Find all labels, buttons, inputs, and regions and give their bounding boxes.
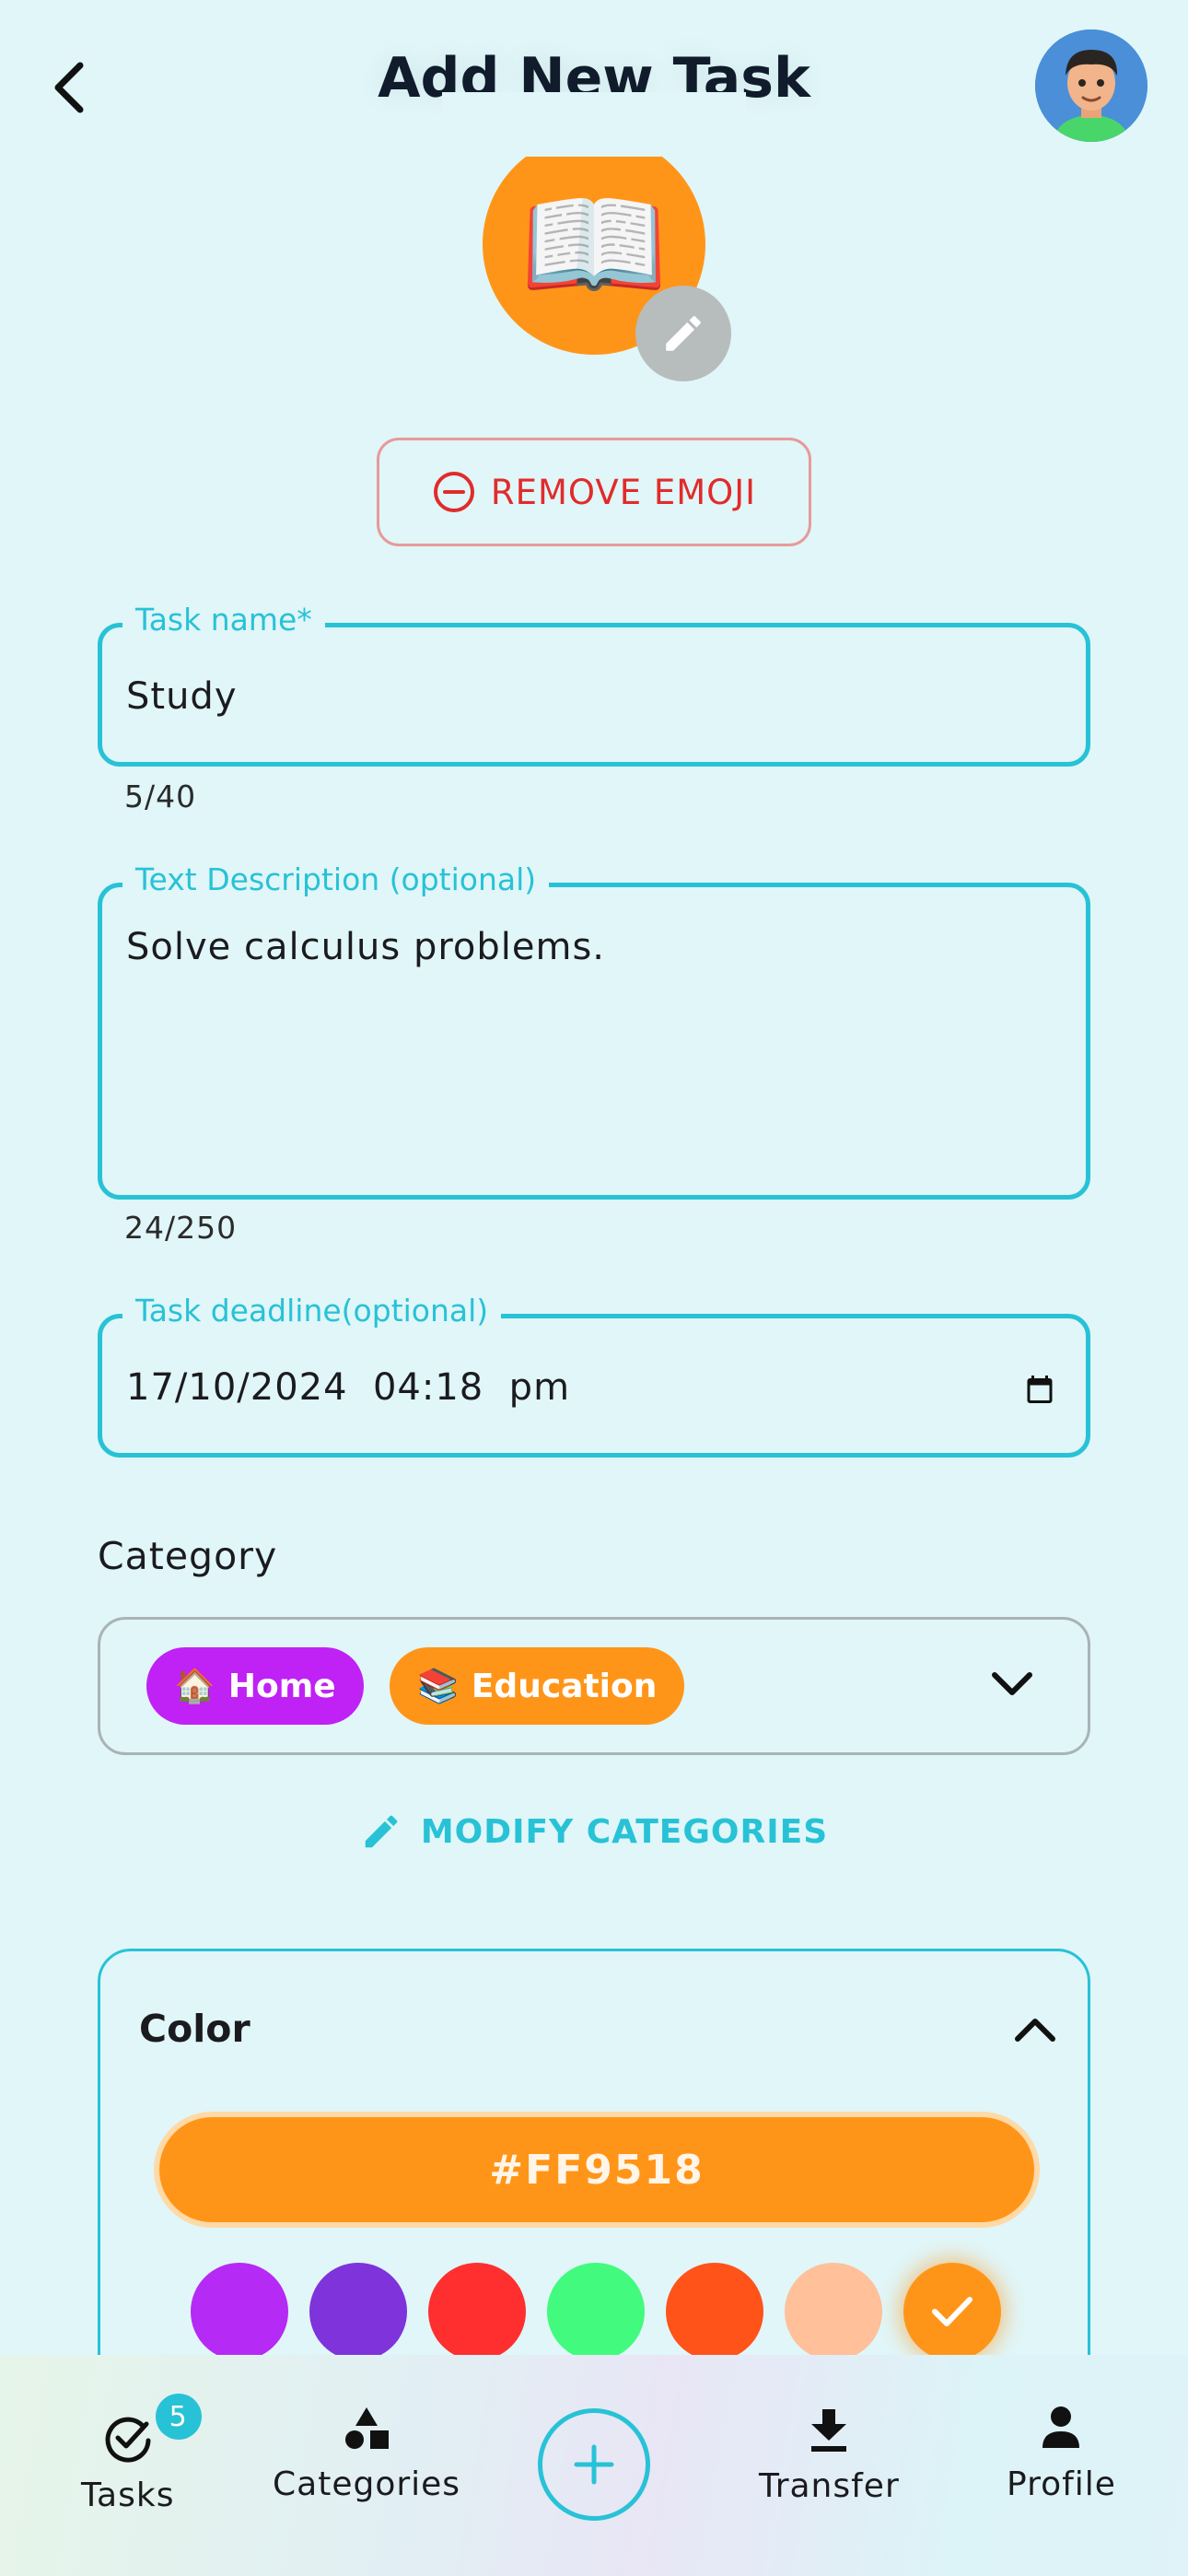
- chip-label: Education: [471, 1667, 658, 1705]
- color-title: Color: [139, 2007, 250, 2051]
- modify-categories-button[interactable]: MODIFY CATEGORIES: [0, 1810, 1188, 1853]
- download-icon: [811, 2409, 847, 2452]
- color-swatch[interactable]: [785, 2263, 882, 2360]
- nav-profile[interactable]: Profile: [1007, 2395, 1116, 2503]
- category-chip-home[interactable]: 🏠 Home: [146, 1647, 364, 1725]
- pencil-icon: [666, 316, 701, 351]
- nav-transfer[interactable]: Transfer: [759, 2397, 900, 2505]
- remove-emoji-button[interactable]: REMOVE EMOJI: [377, 438, 811, 546]
- home-emoji-icon: 🏠: [174, 1668, 215, 1705]
- deadline-field[interactable]: Task deadline(optional) 17/10/2024 04:18…: [98, 1293, 1090, 1458]
- remove-emoji-label: REMOVE EMOJI: [490, 472, 757, 512]
- task-name-counter: 5/40: [124, 779, 197, 814]
- task-name-label: Task name*: [122, 602, 325, 638]
- color-swatch[interactable]: [666, 2263, 763, 2360]
- tasks-badge: 5: [155, 2394, 202, 2440]
- person-icon: [1042, 2406, 1080, 2448]
- category-chip-education[interactable]: 📚 Education: [390, 1647, 685, 1725]
- nav-label: Transfer: [759, 2467, 900, 2505]
- modify-categories-label: MODIFY CATEGORIES: [420, 1812, 829, 1851]
- minus-circle-icon: [433, 472, 474, 512]
- emoji-top-mask: [442, 92, 746, 157]
- add-task-button[interactable]: [538, 2408, 650, 2521]
- description-value[interactable]: Solve calculus problems.: [126, 926, 605, 968]
- color-swatch[interactable]: [428, 2263, 526, 2360]
- books-emoji-icon: 📚: [417, 1668, 459, 1705]
- description-counter: 24/250: [124, 1210, 238, 1246]
- selected-color-hex[interactable]: #FF9518: [159, 2117, 1034, 2222]
- category-dropdown[interactable]: 🏠 Home 📚 Education: [98, 1617, 1090, 1755]
- emoji-glyph: 📖: [519, 174, 669, 314]
- check-icon: [932, 2297, 973, 2326]
- color-swatch[interactable]: [547, 2263, 645, 2360]
- nav-categories[interactable]: Categories: [273, 2395, 460, 2503]
- description-field[interactable]: Text Description (optional) Solve calcul…: [98, 861, 1090, 1200]
- check-circle-icon: [105, 2417, 151, 2463]
- deadline-value[interactable]: 17/10/2024 04:18 pm: [126, 1366, 570, 1409]
- user-avatar-icon: [1035, 29, 1147, 142]
- task-name-value[interactable]: Study: [126, 675, 238, 718]
- pencil-icon: [365, 1815, 398, 1848]
- deadline-label: Task deadline(optional): [122, 1293, 502, 1329]
- nav-label: Tasks: [81, 2476, 175, 2514]
- shapes-icon: [345, 2407, 390, 2449]
- chevron-up-icon[interactable]: [1012, 2011, 1058, 2048]
- task-name-field[interactable]: Task name* Study: [98, 602, 1090, 767]
- color-swatch[interactable]: [903, 2263, 1001, 2360]
- color-swatch[interactable]: [191, 2263, 288, 2360]
- avatar[interactable]: [1035, 29, 1147, 142]
- edit-emoji-button[interactable]: [635, 286, 731, 381]
- nav-tasks[interactable]: 5 Tasks: [81, 2394, 202, 2514]
- nav-label: Categories: [273, 2465, 461, 2503]
- category-heading: Category: [98, 1534, 278, 1578]
- chip-label: Home: [227, 1667, 336, 1705]
- plus-icon: [574, 2444, 614, 2485]
- nav-label: Profile: [1007, 2465, 1116, 2503]
- color-swatch[interactable]: [309, 2263, 407, 2360]
- calendar-icon[interactable]: [1023, 1372, 1056, 1407]
- chevron-down-icon[interactable]: [989, 1666, 1035, 1703]
- description-label: Text Description (optional): [122, 861, 550, 897]
- hex-value: #FF9518: [489, 2146, 705, 2194]
